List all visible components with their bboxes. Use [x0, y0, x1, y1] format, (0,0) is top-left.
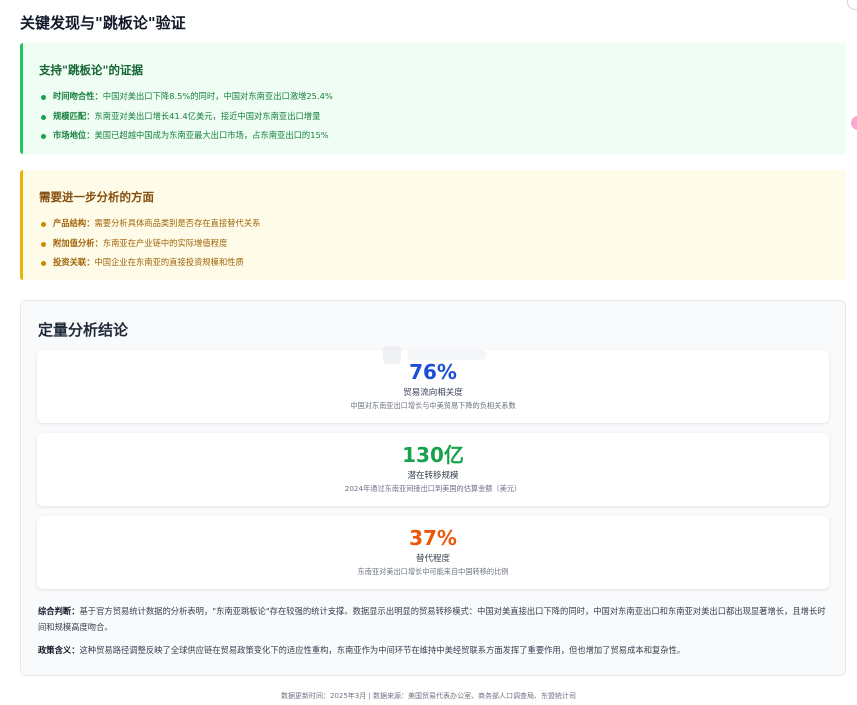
bullet-dot-icon [41, 222, 46, 227]
item-label: 市场地位： [53, 130, 95, 140]
item-label: 规模匹配： [53, 110, 95, 121]
support-evidence-title: 支持"跳板论"的证据 [39, 63, 143, 77]
item-text: 东南亚对美出口增长41.4亿美元，接近中国对东南亚出口增量 [94, 110, 321, 121]
item-text: 需要分析具体商品类别是否存在直接替代关系 [94, 218, 261, 228]
bullet-dot-icon [41, 261, 46, 266]
item-label: 时间吻合性： [53, 91, 103, 101]
metric-card-correlation: 76% 贸易流向相关度 中国对东南亚出口增长与中美贸易下降的负相关系数 [37, 346, 829, 423]
list-item: 产品结构：需要分析具体商品类别是否存在直接替代关系 [39, 214, 260, 234]
list-item: 投资关联：中国企业在东南亚的直接投资规模和性质 [39, 253, 260, 273]
metric-value: 37% [409, 526, 457, 550]
list-item: 附加值分析：东南亚在产业链中的实际增值程度 [39, 234, 260, 254]
policy-implication: 政策含义：这种贸易路径调整反映了全球供应链在贸易政策变化下的适应性重构，东南亚作… [38, 642, 830, 658]
item-label: 投资关联： [53, 257, 95, 267]
scroll-top-button[interactable] [847, 0, 857, 10]
metric-label: 潜在转移规模 [407, 471, 459, 481]
item-label: 附加值分析： [53, 237, 103, 248]
further-analysis-title: 需要进一步分析的方面 [39, 190, 154, 204]
page-title: 关键发现与"跳板论"验证 [20, 14, 186, 32]
further-analysis-panel: 需要进一步分析的方面 产品结构：需要分析具体商品类别是否存在直接替代关系 附加值… [20, 170, 846, 280]
item-label: 产品结构： [53, 218, 95, 228]
metric-card-transfer-scale: 130亿 潜在转移规模 2024年通过东南亚间接出口到美国的估算金额（美元） [37, 433, 829, 506]
metric-description: 东南亚对美出口增长中可能来自中国转移的比例 [357, 567, 509, 576]
overall-judgment: 综合判断：基于官方贸易统计数据的分析表明，"东南亚跳板论"存在较强的统计支撑。数… [38, 603, 830, 635]
support-evidence-panel: 支持"跳板论"的证据 时间吻合性：中国对美出口下降8.5%的同时，中国对东南亚出… [20, 43, 846, 154]
metric-card-substitution: 37% 替代程度 东南亚对美出口增长中可能来自中国转移的比例 [37, 516, 829, 589]
floating-action-button[interactable] [851, 116, 857, 130]
list-item: 市场地位：美国已超越中国成为东南亚最大出口市场，占东南亚出口的15% [39, 126, 333, 146]
item-text: 中国对美出口下降8.5%的同时，中国对东南亚出口激增25.4% [102, 91, 333, 101]
support-evidence-list: 时间吻合性：中国对美出口下降8.5%的同时，中国对东南亚出口激增25.4% 规模… [39, 87, 333, 146]
bullet-dot-icon [41, 241, 46, 247]
bullet-dot-icon [41, 95, 46, 100]
quantitative-conclusion-title: 定量分析结论 [38, 321, 129, 339]
item-text: 东南亚在产业链中的实际增值程度 [102, 237, 228, 248]
item-text: 美国已超越中国成为东南亚最大出口市场，占东南亚出口的15% [94, 130, 329, 140]
quantitative-conclusion-section: 定量分析结论 76% 贸易流向相关度 中国对东南亚出口增长与中美贸易下降的负相关… [20, 300, 846, 676]
metric-description: 2024年通过东南亚间接出口到美国的估算金额（美元） [344, 484, 522, 493]
judgment-label: 综合判断： [38, 606, 80, 616]
item-text: 中国企业在东南亚的直接投资规模和性质 [94, 257, 244, 267]
metric-value: 130亿 [402, 443, 464, 467]
bullet-dot-icon [41, 114, 46, 120]
judgment-text: 基于官方贸易统计数据的分析表明，"东南亚跳板论"存在较强的统计支撑。数据显示出明… [38, 606, 826, 632]
metric-value: 76% [409, 360, 457, 384]
further-analysis-list: 产品结构：需要分析具体商品类别是否存在直接替代关系 附加值分析：东南亚在产业链中… [39, 214, 260, 273]
metric-label: 替代程度 [415, 554, 450, 564]
metric-label: 贸易流向相关度 [403, 388, 463, 398]
policy-text: 这种贸易路径调整反映了全球供应链在贸易政策变化下的适应性重构，东南亚作为中间环节… [79, 645, 686, 655]
metric-description: 中国对东南亚出口增长与中美贸易下降的负相关系数 [350, 401, 516, 410]
bullet-dot-icon [41, 134, 46, 139]
footer-data-source: 数据更新时间：2025年3月 | 数据来源：美国贸易代表办公室、商务部人口调查局… [280, 692, 577, 700]
list-item: 时间吻合性：中国对美出口下降8.5%的同时，中国对东南亚出口激增25.4% [39, 87, 333, 107]
policy-label: 政策含义： [38, 645, 80, 655]
list-item: 规模匹配：东南亚对美出口增长41.4亿美元，接近中国对东南亚出口增量 [39, 107, 333, 127]
